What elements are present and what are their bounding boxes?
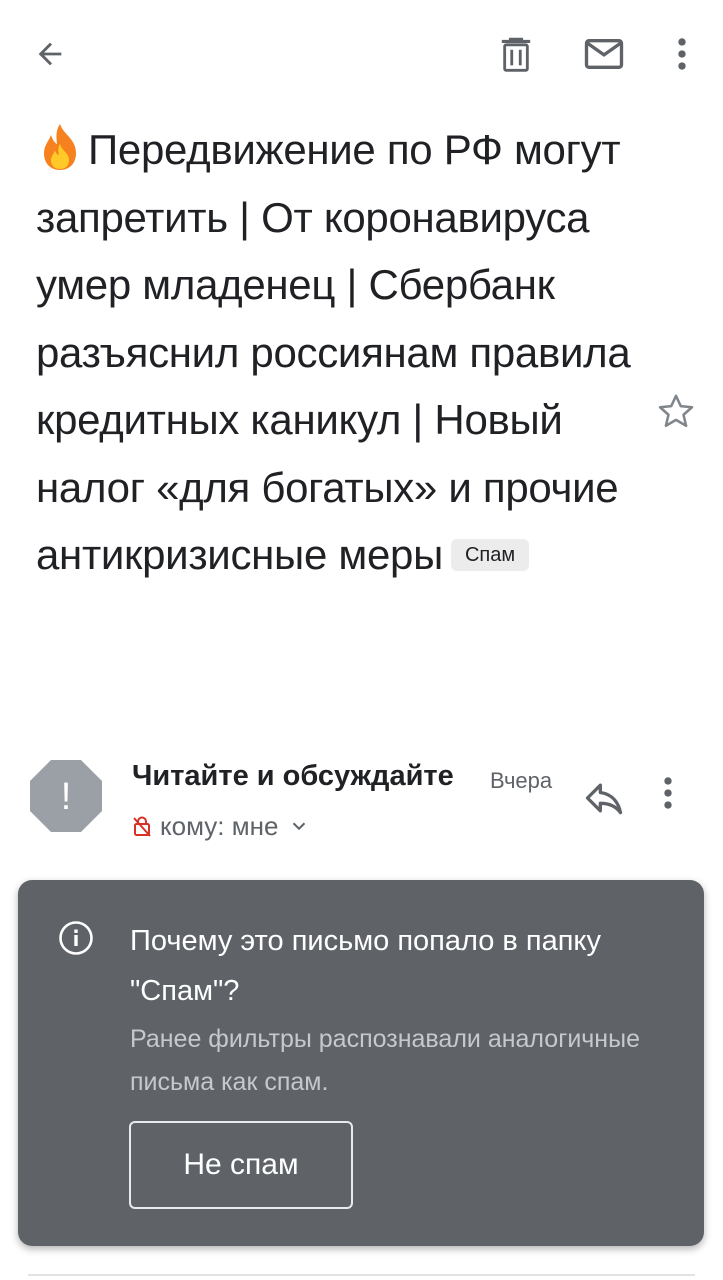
not-spam-button[interactable]: Не спам xyxy=(129,1121,353,1209)
recipient-text: кому: мне xyxy=(160,810,279,841)
more-vert-icon xyxy=(678,38,686,70)
top-app-bar xyxy=(0,0,723,110)
email-time: Вчера xyxy=(490,768,553,793)
avatar: ! xyxy=(28,758,104,834)
spam-card-title: Почему это письмо попало в папку "Спам"? xyxy=(130,925,601,1007)
arrow-left-icon xyxy=(38,42,62,66)
more-vert-icon xyxy=(664,777,672,809)
more-options-button[interactable] xyxy=(660,28,704,80)
fire-icon xyxy=(44,124,76,170)
spam-card-body: Ранее фильтры распознавали аналогичные п… xyxy=(130,1025,640,1096)
subject-text: Передвижение по РФ могут запретить | От … xyxy=(36,126,631,578)
spam-label-chip[interactable]: Спам xyxy=(450,539,530,571)
spam-explanation-card: Почему это письмо попало в папку "Спам"?… xyxy=(18,880,704,1246)
mail-icon xyxy=(584,39,624,69)
reply-button[interactable] xyxy=(582,776,630,824)
avatar-text: ! xyxy=(61,776,72,818)
lock-icon xyxy=(133,816,151,837)
reply-icon xyxy=(585,783,623,815)
divider xyxy=(28,1274,695,1276)
sender-name: Читайте и обсуждайте xyxy=(132,760,454,792)
star-outline-icon xyxy=(658,394,694,428)
mark-unread-button[interactable] xyxy=(578,28,630,80)
recipient-details-toggle[interactable]: кому: мне xyxy=(132,810,310,842)
star-button[interactable] xyxy=(654,390,702,438)
back-button[interactable] xyxy=(22,28,78,80)
warning-octagon-icon: ! xyxy=(30,760,102,832)
sender-more-button[interactable] xyxy=(662,776,702,824)
sender-header[interactable]: ! Читайте и обсуждайте Вчера кому: мне xyxy=(0,740,723,860)
delete-button[interactable] xyxy=(490,28,542,80)
chevron-down-icon xyxy=(293,822,306,831)
trash-icon xyxy=(501,37,531,72)
email-subject: Передвижение по РФ могут запретить | От … xyxy=(36,116,636,589)
info-icon xyxy=(59,921,93,955)
